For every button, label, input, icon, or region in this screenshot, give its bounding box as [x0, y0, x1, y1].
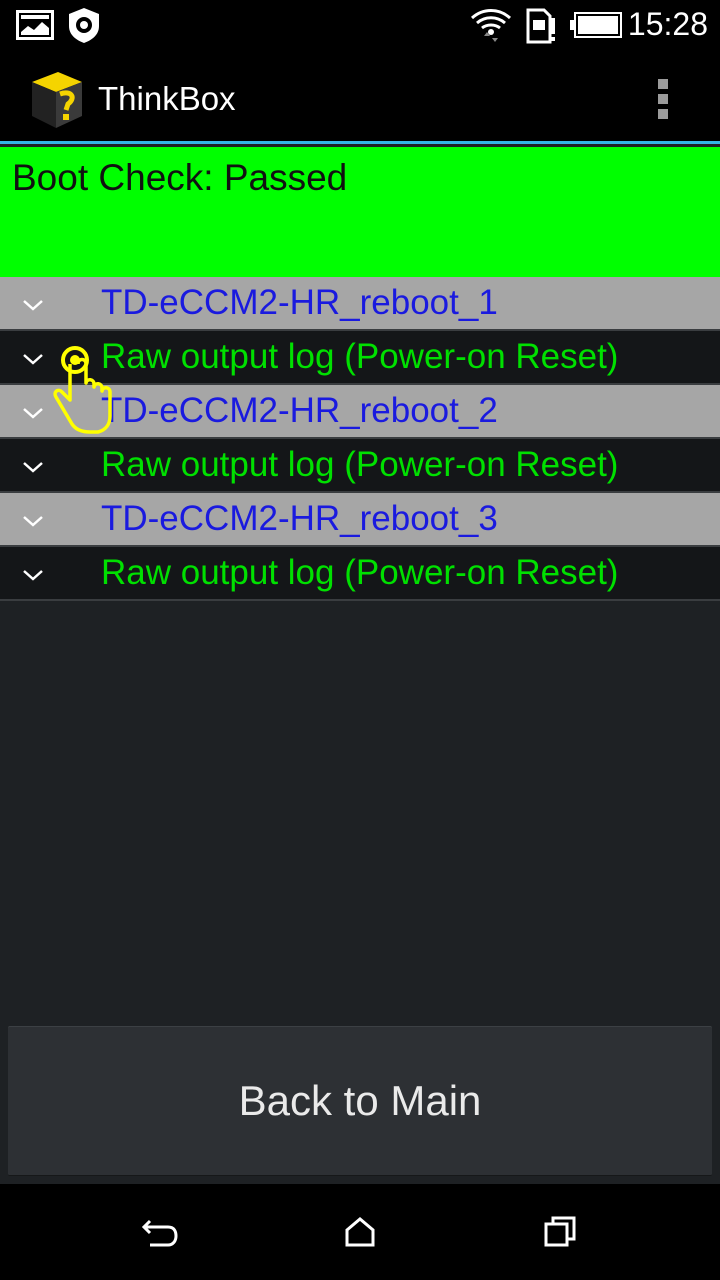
chevron-down-icon — [23, 462, 43, 473]
sim-card-icon — [526, 8, 555, 44]
clock: 15:28 — [627, 6, 708, 42]
home-icon[interactable] — [330, 1210, 390, 1254]
log-list: TD-eCCM2-HR_reboot_1 Raw output log (Pow… — [0, 277, 720, 601]
list-child-row[interactable]: Raw output log (Power-on Reset) — [0, 547, 720, 601]
recents-icon[interactable] — [530, 1210, 590, 1254]
chevron-down-icon — [23, 300, 43, 311]
list-group-row[interactable]: TD-eCCM2-HR_reboot_3 — [0, 493, 720, 547]
thinkbox-logo-icon — [32, 72, 82, 128]
action-bar: ThinkBox — [0, 50, 720, 144]
app-title: ThinkBox — [98, 80, 236, 117]
chevron-down-icon — [23, 570, 43, 581]
chevron-down-icon — [23, 408, 43, 419]
group-label: TD-eCCM2-HR_reboot_3 — [101, 499, 498, 538]
wifi-icon — [470, 9, 512, 42]
list-group-row[interactable]: TD-eCCM2-HR_reboot_2 — [0, 385, 720, 439]
boot-check-status: Boot Check: Passed — [12, 157, 348, 198]
list-group-row[interactable]: TD-eCCM2-HR_reboot_1 — [0, 277, 720, 331]
list-child-row[interactable]: Raw output log (Power-on Reset) — [0, 439, 720, 493]
child-label: Raw output log (Power-on Reset) — [101, 337, 619, 376]
battery-icon — [570, 12, 622, 38]
status-bar: 15:28 — [0, 0, 720, 50]
gallery-icon — [16, 10, 54, 40]
navigation-bar — [0, 1184, 720, 1280]
group-label: TD-eCCM2-HR_reboot_2 — [101, 391, 498, 430]
group-label: TD-eCCM2-HR_reboot_1 — [101, 283, 498, 322]
overflow-menu-icon[interactable] — [646, 74, 680, 124]
child-label: Raw output log (Power-on Reset) — [101, 553, 619, 592]
back-icon[interactable] — [130, 1210, 190, 1254]
settings-notification-icon — [69, 8, 99, 43]
back-to-main-button[interactable]: Back to Main — [8, 1026, 712, 1176]
list-child-row[interactable]: Raw output log (Power-on Reset) — [0, 331, 720, 385]
chevron-down-icon — [23, 516, 43, 527]
child-label: Raw output log (Power-on Reset) — [101, 445, 619, 484]
boot-check-banner: Boot Check: Passed — [0, 147, 720, 277]
chevron-down-icon — [23, 354, 43, 365]
